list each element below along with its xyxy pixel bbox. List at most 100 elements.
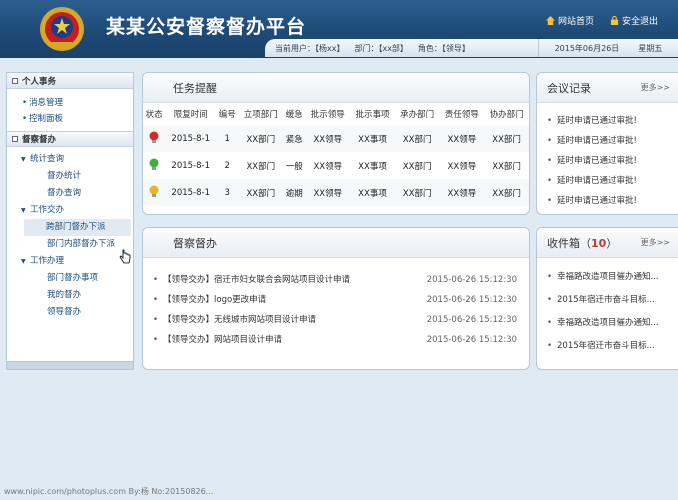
tree-item-my-supervise[interactable]: 我的督办 bbox=[7, 287, 133, 304]
supervise-section-title: 督察督办 bbox=[22, 135, 57, 145]
task-matter: XX事项 bbox=[358, 161, 387, 172]
task-handler: XX部门 bbox=[394, 179, 440, 206]
sidebar: 个人事务 消息管理 控制面板 督察督办 统计查询 督办统计 督办查询 工作交办 … bbox=[6, 72, 134, 370]
tree-item-supervise-stats[interactable]: 督办统计 bbox=[7, 168, 133, 185]
list-item[interactable]: • 延时申请已通过审批! bbox=[547, 151, 672, 171]
task-handler: XX部门 bbox=[402, 161, 432, 172]
tree-group-stats[interactable]: 统计查询 bbox=[7, 151, 133, 168]
col-dept: 立项部门 bbox=[243, 110, 278, 120]
logout-link[interactable]: 安全退出 bbox=[610, 14, 658, 27]
inbox-more-link[interactable]: 更多>> bbox=[641, 237, 670, 248]
current-dept: 部门：【xx部】 bbox=[354, 43, 408, 53]
table-row[interactable]: 2015-8-1 1 XX部门 紧急 XX领导 XX事项 XX部门 XX领导 X… bbox=[143, 125, 529, 152]
col-number: 编号 bbox=[218, 110, 236, 120]
sidebar-item-messages[interactable]: 消息管理 bbox=[22, 95, 133, 111]
task-assist: XX部门 bbox=[484, 179, 529, 206]
list-item[interactable]: • 【领导交办】logo更改申请 2015-06-26 15:12:30 bbox=[153, 290, 517, 310]
list-item[interactable]: • 延时申请已通过审批! bbox=[547, 191, 672, 211]
tree-item-dept-items[interactable]: 部门督办事项 bbox=[7, 270, 133, 287]
task-dept: XX部门 bbox=[238, 125, 284, 152]
home-icon bbox=[545, 16, 555, 25]
task-panel: 任务提醒 状态 限复时间 编号 立项部门 缓急 批示领导 批示事项 承办部门 责… bbox=[142, 72, 530, 215]
col-leader: 批示领导 bbox=[310, 110, 345, 120]
task-dept: XX部门 bbox=[238, 179, 284, 206]
meeting-panel: 会议记录 更多>> • 延时申请已通过审批! • 延时申请已通过审批! • 延时申请已… bbox=[536, 72, 678, 215]
task-number: 3 bbox=[216, 179, 239, 206]
current-date: 2015年06月26日 bbox=[554, 43, 620, 53]
current-weekday: 星期五 bbox=[638, 43, 663, 53]
task-assist: XX部门 bbox=[492, 161, 521, 172]
task-dept: XX部门 bbox=[246, 161, 276, 172]
task-matter: XX事项 bbox=[350, 179, 395, 206]
list-item[interactable]: • 2015年宿迁市奋斗目标... bbox=[547, 289, 672, 312]
tree-group-assign[interactable]: 工作交办 bbox=[7, 202, 133, 219]
personal-section-title: 个人事务 bbox=[22, 76, 57, 87]
list-item[interactable]: • 【领导交办】无线城市网站项目设计申请 2015-06-26 15:12:30 bbox=[153, 310, 517, 330]
list-item[interactable]: • 延时申请已通过审批! bbox=[547, 171, 672, 191]
yellow-light-icon bbox=[149, 185, 159, 197]
list-item[interactable]: • 2015年宿迁市奋斗目标... bbox=[547, 335, 672, 358]
list-item[interactable]: • 【领导交办】网站项目设计申请 2015-06-26 15:12:30 bbox=[153, 330, 517, 350]
meeting-more-link[interactable]: 更多>> bbox=[641, 82, 670, 93]
tree-item-supervise-query[interactable]: 督办查询 bbox=[7, 185, 133, 202]
tree-group-handle[interactable]: 工作办理 bbox=[7, 253, 133, 270]
task-leader: XX领导 bbox=[305, 125, 351, 152]
task-resp: XX领导 bbox=[439, 179, 485, 206]
list-item[interactable]: • 幸福路改造项目催办通知... bbox=[547, 266, 672, 289]
list-item[interactable]: • 【领导交办】宿迁市妇女联合会网站项目设计申请 2015-06-26 15:12:… bbox=[153, 270, 517, 290]
inbox-count-badge: 10 bbox=[591, 236, 607, 250]
task-table: 状态 限复时间 编号 立项部门 缓急 批示领导 批示事项 承办部门 责任领导 协… bbox=[143, 103, 529, 206]
police-emblem-icon bbox=[40, 7, 84, 51]
hand-cursor-icon bbox=[119, 249, 131, 264]
task-handler: XX部门 bbox=[394, 125, 440, 152]
col-status: 状态 bbox=[145, 110, 163, 120]
inbox-panel: 收件箱（10） 更多>> • 幸福路改造项目催办通知... • 2015年宿迁市奋斗… bbox=[536, 227, 678, 370]
home-link[interactable]: 网站首页 bbox=[545, 14, 594, 27]
task-number: 1 bbox=[216, 125, 239, 152]
task-urgency: 紧急 bbox=[283, 125, 306, 152]
col-urgency: 缓急 bbox=[285, 110, 303, 120]
collapse-icon bbox=[12, 136, 18, 142]
task-leader: XX领导 bbox=[305, 179, 351, 206]
logout-link-label: 安全退出 bbox=[621, 17, 658, 27]
col-resp: 责任领导 bbox=[444, 110, 479, 120]
task-urgency: 一般 bbox=[285, 161, 303, 172]
tree-item-internal-assign[interactable]: 部门内部督办下派 bbox=[7, 236, 133, 253]
tree-item-leader-supervise[interactable]: 领导督办 bbox=[7, 304, 133, 321]
current-user: 当前用户：【杨xx】 bbox=[275, 43, 345, 53]
sidebar-item-control-panel[interactable]: 控制面板 bbox=[22, 111, 133, 127]
task-urgency: 逾期 bbox=[283, 179, 306, 206]
list-item[interactable]: • 延时申请已通过审批! bbox=[547, 131, 672, 151]
tree-item-cross-dept-assign[interactable]: 跨部门督办下派 bbox=[24, 219, 131, 236]
current-role: 角色：【领导】 bbox=[417, 43, 470, 53]
task-deadline: 2015-8-1 bbox=[171, 160, 210, 171]
sidebar-footer bbox=[6, 361, 134, 370]
list-item[interactable]: • 延时申请已通过审批! bbox=[547, 111, 672, 131]
supervise-section-header[interactable]: 督察督办 bbox=[7, 131, 133, 147]
collapse-icon bbox=[12, 77, 18, 84]
red-light-icon bbox=[149, 131, 159, 143]
table-row[interactable]: 2015-8-1 2 XX部门 一般 XX领导 XX事项 XX部门 XX领导 X… bbox=[143, 152, 529, 179]
task-resp: XX领导 bbox=[439, 125, 485, 152]
task-deadline: 2015-8-1 bbox=[165, 179, 217, 206]
inbox-panel-title: 收件箱（10） bbox=[547, 236, 618, 250]
green-light-icon bbox=[149, 158, 159, 170]
col-matter: 批示事项 bbox=[355, 110, 390, 120]
list-item[interactable]: • 幸福路改造项目催办通知... bbox=[547, 312, 672, 335]
user-info-bar: 当前用户：【杨xx】 部门：【xx部】 角色：【领导】 2015年06月26日 … bbox=[265, 39, 678, 57]
col-handler: 承办部门 bbox=[400, 110, 435, 120]
site-title: 某某公安督察督办平台 bbox=[106, 16, 307, 38]
personal-section-header[interactable]: 个人事务 bbox=[7, 73, 133, 89]
table-row[interactable]: 2015-8-1 3 XX部门 逾期 XX领导 XX事项 XX部门 XX领导 X… bbox=[143, 179, 529, 206]
supervision-panel: 督察督办 • 【领导交办】宿迁市妇女联合会网站项目设计申请 2015-06-26 1… bbox=[142, 227, 530, 370]
col-deadline: 限复时间 bbox=[173, 110, 208, 120]
meeting-panel-title: 会议记录 bbox=[547, 81, 591, 95]
task-deadline: 2015-8-1 bbox=[165, 125, 217, 152]
task-number: 2 bbox=[224, 160, 230, 171]
watermark: www.nipic.com/photoplus.com By:杨 No:2015… bbox=[4, 487, 214, 496]
col-assist: 协办部门 bbox=[489, 110, 524, 120]
task-panel-title: 任务提醒 bbox=[173, 81, 217, 95]
lock-icon bbox=[610, 16, 619, 25]
home-link-label: 网站首页 bbox=[557, 17, 594, 27]
header: 某某公安督察督办平台 网站首页 安全退出 当前用户：【杨xx】 部门：【xx部】… bbox=[0, 0, 678, 58]
